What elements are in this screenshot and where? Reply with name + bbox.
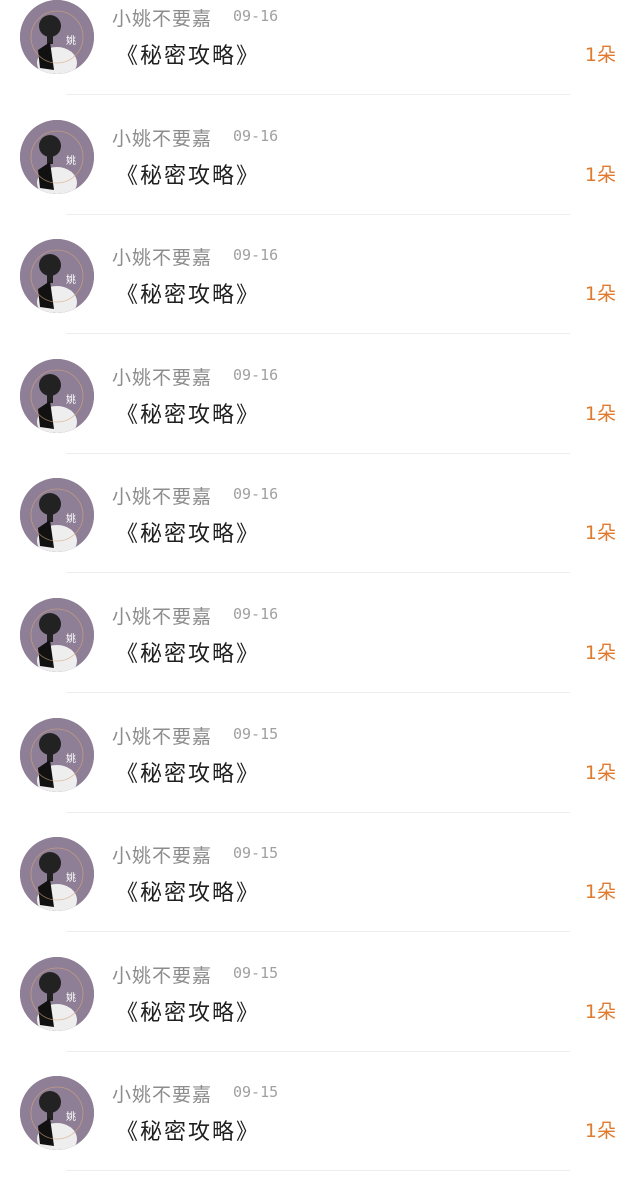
timestamp: 09-16 — [233, 485, 279, 504]
item-title: 《秘密攻略》 — [116, 881, 261, 907]
timestamp: 09-16 — [233, 246, 279, 265]
username[interactable]: 小姚不要嘉 — [112, 243, 212, 270]
gift-count: 1朵 — [584, 44, 616, 66]
list-item[interactable]: 姚 小姚不要嘉 09-16 《秘密攻略》 1朵 — [0, 239, 640, 359]
divider — [66, 572, 570, 574]
svg-text:姚: 姚 — [66, 393, 76, 406]
username[interactable]: 小姚不要嘉 — [112, 602, 212, 629]
timestamp: 09-15 — [233, 963, 279, 982]
username[interactable]: 小姚不要嘉 — [112, 722, 212, 749]
divider — [66, 333, 570, 335]
avatar[interactable]: 姚 — [20, 717, 94, 792]
list-item[interactable]: 姚 小姚不要嘉 09-16 《秘密攻略》 1朵 — [0, 119, 640, 240]
svg-text:姚: 姚 — [66, 273, 76, 286]
item-title: 《秘密攻略》 — [116, 163, 261, 189]
username[interactable]: 小姚不要嘉 — [112, 961, 212, 988]
divider — [66, 1170, 570, 1172]
divider — [66, 452, 570, 454]
divider — [66, 213, 570, 215]
item-title: 《秘密攻略》 — [116, 1000, 261, 1026]
item-title: 《秘密攻略》 — [116, 44, 261, 69]
divider — [66, 94, 570, 95]
list-item[interactable]: 姚 小姚不要嘉 09-16 《秘密攻略》 1朵 — [0, 478, 640, 598]
avatar[interactable]: 姚 — [20, 239, 94, 314]
timestamp: 09-15 — [233, 844, 279, 863]
username[interactable]: 小姚不要嘉 — [112, 4, 212, 31]
timestamp: 09-15 — [233, 1083, 279, 1102]
avatar[interactable]: 姚 — [20, 598, 94, 672]
svg-text:姚: 姚 — [66, 632, 76, 645]
gift-count: 1朵 — [584, 402, 616, 425]
timestamp: 09-16 — [233, 126, 279, 145]
list-item[interactable]: 姚 小姚不要嘉 09-15 《秘密攻略》 1朵 — [0, 837, 640, 957]
svg-text:姚: 姚 — [66, 991, 76, 1004]
avatar[interactable]: 姚 — [20, 837, 94, 912]
svg-text:姚: 姚 — [66, 752, 76, 765]
svg-text:姚: 姚 — [66, 34, 76, 47]
avatar[interactable]: 姚 — [20, 0, 94, 74]
timestamp: 09-16 — [233, 7, 279, 25]
gift-count: 1朵 — [584, 761, 616, 784]
username[interactable]: 小姚不要嘉 — [112, 363, 212, 390]
svg-text:姚: 姚 — [66, 871, 76, 884]
item-title: 《秘密攻略》 — [116, 283, 261, 309]
divider — [66, 811, 570, 813]
list-item[interactable]: 姚 小姚不要嘉 09-16 《秘密攻略》 1朵 — [0, 0, 640, 120]
gift-count: 1朵 — [584, 522, 616, 545]
avatar[interactable]: 姚 — [20, 478, 94, 553]
item-title: 《秘密攻略》 — [116, 1120, 261, 1146]
gift-count: 1朵 — [584, 1000, 616, 1023]
avatar[interactable]: 姚 — [20, 1076, 94, 1151]
svg-text:姚: 姚 — [66, 512, 76, 525]
gift-count: 1朵 — [584, 642, 616, 664]
item-title: 《秘密攻略》 — [116, 402, 261, 428]
item-title: 《秘密攻略》 — [116, 522, 261, 548]
gift-count: 1朵 — [584, 163, 616, 186]
timestamp: 09-16 — [233, 365, 279, 384]
list-item[interactable]: 姚 小姚不要嘉 09-15 《秘密攻略》 1朵 — [0, 956, 640, 1077]
divider — [66, 931, 570, 933]
timestamp: 09-15 — [233, 724, 279, 743]
username[interactable]: 小姚不要嘉 — [112, 124, 212, 151]
list-item[interactable]: 姚 小姚不要嘉 09-15 《秘密攻略》 1朵 — [0, 1076, 640, 1191]
gift-count: 1朵 — [584, 881, 616, 904]
svg-text:姚: 姚 — [66, 154, 76, 167]
username[interactable]: 小姚不要嘉 — [112, 482, 212, 509]
svg-text:姚: 姚 — [66, 1110, 76, 1123]
item-title: 《秘密攻略》 — [116, 642, 261, 667]
username[interactable]: 小姚不要嘉 — [112, 1080, 212, 1107]
gift-count: 1朵 — [584, 283, 616, 306]
avatar[interactable]: 姚 — [20, 956, 94, 1031]
timestamp: 09-16 — [233, 605, 279, 623]
username[interactable]: 小姚不要嘉 — [112, 841, 212, 868]
gift-count: 1朵 — [584, 1120, 616, 1143]
avatar[interactable]: 姚 — [20, 119, 94, 194]
list-item[interactable]: 姚 小姚不要嘉 09-16 《秘密攻略》 1朵 — [0, 358, 640, 479]
avatar[interactable]: 姚 — [20, 358, 94, 433]
divider — [66, 1050, 570, 1052]
gift-list: 姚 小姚不要嘉 09-16 《秘密攻略》 1朵 姚 小姚不要嘉 09-16 《秘… — [0, 0, 640, 1191]
list-item[interactable]: 姚 小姚不要嘉 09-16 《秘密攻略》 1朵 — [0, 598, 640, 718]
list-item[interactable]: 姚 小姚不要嘉 09-15 《秘密攻略》 1朵 — [0, 717, 640, 838]
item-title: 《秘密攻略》 — [116, 761, 261, 787]
divider — [66, 692, 570, 693]
